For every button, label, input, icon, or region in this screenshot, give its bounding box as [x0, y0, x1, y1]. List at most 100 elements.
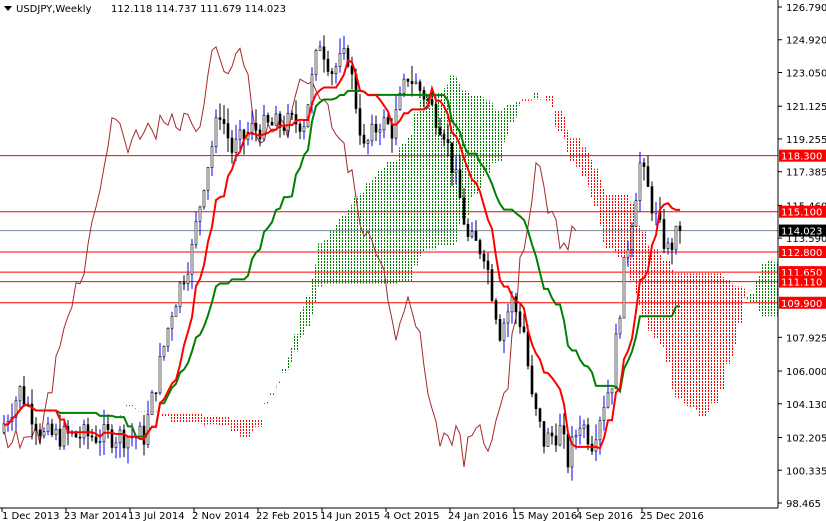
- candle-body: [286, 112, 290, 131]
- cloud-segment: [390, 161, 394, 284]
- candle-body: [662, 219, 666, 249]
- candle-body: [594, 439, 598, 452]
- cloud-segment: [306, 295, 310, 327]
- cloud-segment: [554, 110, 558, 127]
- candle-body: [334, 66, 338, 74]
- cloud-segment: [286, 357, 290, 370]
- candle-body: [362, 134, 366, 144]
- cloud-segment: [294, 334, 298, 352]
- cloud-segment: [362, 192, 366, 284]
- time-tick-label: 25 Dec 2016: [640, 511, 704, 521]
- candle-body: [666, 242, 670, 249]
- candle-body: [146, 414, 150, 445]
- candle-body: [42, 431, 46, 437]
- candle-body: [466, 223, 470, 237]
- cloud-segment: [230, 419, 234, 432]
- candle-body: [98, 441, 102, 443]
- cloud-segment: [774, 262, 778, 317]
- cloud-segment: [338, 218, 342, 284]
- cloud-segment: [470, 95, 474, 199]
- cloud-segment: [562, 116, 566, 139]
- candle-body: [458, 169, 462, 199]
- candle-body: [326, 58, 330, 72]
- candle-body: [482, 253, 486, 262]
- cloud-segment: [750, 293, 754, 303]
- candle-body: [526, 331, 530, 367]
- cloud-segment: [694, 273, 698, 410]
- candle-body: [502, 322, 506, 341]
- cloud-segment: [578, 138, 582, 169]
- candle-body: [654, 210, 658, 214]
- cloud-segment: [590, 159, 594, 198]
- candle-body: [474, 231, 478, 241]
- candle-body: [366, 140, 370, 144]
- cloud-segment: [766, 260, 770, 317]
- cloud-segment: [238, 419, 242, 437]
- cloud-segment: [682, 273, 686, 404]
- candle-body: [558, 425, 562, 446]
- level-tag-label: 115.100: [781, 208, 822, 219]
- candle-body: [610, 388, 614, 394]
- cloud-segment: [722, 277, 726, 390]
- candle-body: [314, 50, 318, 75]
- price-tick-label: 107.925: [786, 333, 826, 344]
- cloud-segment: [370, 180, 374, 284]
- cloud-segment: [690, 273, 694, 407]
- candle-body: [530, 365, 534, 395]
- time-tick-label: 24 Jan 2016: [448, 511, 508, 521]
- candle-body: [494, 300, 498, 320]
- cloud-segment: [514, 102, 518, 118]
- cloud-segment: [202, 415, 206, 427]
- candle-body: [90, 435, 94, 438]
- time-tick-label: 2 Nov 2014: [192, 511, 250, 521]
- cloud-segment: [242, 419, 246, 438]
- candle-body: [338, 53, 342, 67]
- cloud-segment: [218, 417, 222, 426]
- cloud-segment: [182, 412, 186, 423]
- candle-body: [50, 423, 54, 435]
- candle-body: [194, 221, 198, 245]
- cloud-segment: [678, 273, 682, 399]
- candle-body: [598, 420, 602, 441]
- cloud-segment: [154, 410, 158, 412]
- cloud-segment: [234, 419, 238, 432]
- candle-body: [586, 424, 590, 445]
- cloud-segment: [542, 98, 546, 100]
- candle-body: [122, 429, 126, 449]
- candle-body: [446, 139, 450, 144]
- cloud-segment: [438, 92, 442, 246]
- cloud-segment: [706, 273, 710, 413]
- candle-body: [546, 432, 550, 447]
- candle-body: [386, 117, 390, 125]
- cloud-segment: [254, 419, 258, 427]
- candle-body: [162, 346, 166, 357]
- cloud-segment: [574, 138, 578, 167]
- cloud-segment: [698, 273, 702, 417]
- cloud-segment: [174, 412, 178, 423]
- cloud-segment: [142, 410, 146, 412]
- candle-body: [406, 78, 410, 82]
- price-chart[interactable]: 126.790 124.920 123.050 121.125 119.255 117.3…: [0, 0, 826, 521]
- cloud-segment: [458, 82, 462, 226]
- cloud-segment: [394, 160, 398, 284]
- cloud-segment: [262, 403, 266, 405]
- cloud-segment: [770, 259, 774, 317]
- cloud-segment: [114, 418, 118, 420]
- cloud-segment: [634, 216, 638, 295]
- candle-body: [34, 423, 38, 431]
- cloud-segment: [166, 412, 170, 417]
- cloud-segment: [614, 194, 618, 253]
- candle-body: [190, 244, 194, 275]
- cloud-segment: [170, 412, 174, 423]
- level-tag-label: 111.110: [781, 278, 822, 289]
- dropdown-triangle-icon[interactable]: [4, 6, 12, 11]
- candle-body: [606, 392, 610, 408]
- cloud-segment: [126, 405, 130, 407]
- cloud-segment: [398, 147, 402, 282]
- cloud-segment: [610, 194, 614, 249]
- candle-body: [230, 137, 234, 153]
- cloud-segment: [570, 138, 574, 162]
- candle-body: [622, 256, 626, 319]
- cloud-segment: [378, 169, 382, 284]
- candle-body: [434, 104, 438, 128]
